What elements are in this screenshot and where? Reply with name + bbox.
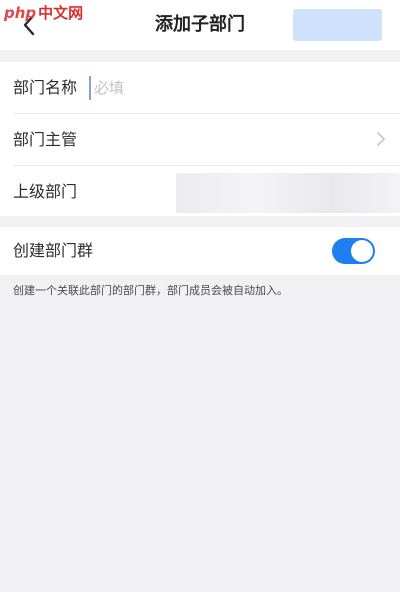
department-name-label: 部门名称 bbox=[13, 78, 78, 97]
toggle-knob bbox=[351, 240, 373, 262]
header-bar: 添加子部门 bbox=[0, 0, 400, 50]
department-name-input[interactable] bbox=[89, 76, 379, 100]
parent-department-value bbox=[176, 173, 400, 213]
chevron-left-icon bbox=[23, 14, 35, 36]
department-form: 部门名称 部门主管 上级部门 bbox=[0, 62, 400, 216]
create-group-chat-toggle[interactable] bbox=[332, 238, 375, 264]
department-name-row: 部门名称 bbox=[0, 62, 400, 113]
confirm-button[interactable] bbox=[293, 9, 382, 41]
parent-department-label: 上级部门 bbox=[13, 182, 78, 201]
chevron-right-icon bbox=[377, 132, 385, 146]
group-chat-hint: 创建一个关联此部门的部门群，部门成员会被自动加入。 bbox=[13, 284, 288, 297]
department-manager-row[interactable]: 部门主管 bbox=[0, 114, 400, 165]
add-sub-department-screen: 添加子部门 php 中文网 部门名称 部门主管 上级部门 创建部 bbox=[0, 0, 400, 592]
department-manager-label: 部门主管 bbox=[13, 130, 78, 149]
group-chat-row: 创建部门群 bbox=[0, 227, 400, 275]
back-button[interactable] bbox=[16, 12, 42, 38]
parent-department-row[interactable]: 上级部门 bbox=[0, 166, 400, 217]
create-group-chat-label: 创建部门群 bbox=[13, 241, 94, 260]
